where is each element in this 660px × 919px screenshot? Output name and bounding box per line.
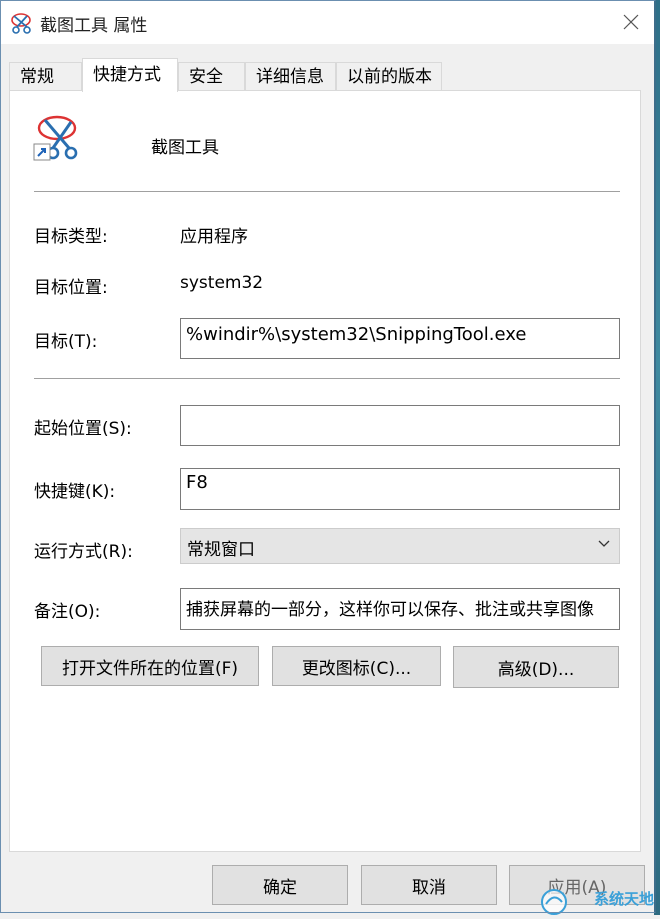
close-icon xyxy=(623,14,639,30)
target-location-value: system32 xyxy=(180,273,264,293)
app-name: 截图工具 xyxy=(151,138,219,158)
target-type-value: 应用程序 xyxy=(180,227,248,247)
target-type-label: 目标类型: xyxy=(34,227,108,247)
scissors-shortcut-icon xyxy=(33,114,81,162)
start-in-label: 起始位置(S): xyxy=(34,419,132,439)
run-select-value: 常规窗口 xyxy=(187,540,255,560)
run-label: 运行方式(R): xyxy=(34,542,133,562)
tab-security[interactable]: 安全 xyxy=(178,62,245,90)
target-label: 目标(T): xyxy=(34,332,98,352)
divider xyxy=(34,191,620,192)
start-in-field[interactable] xyxy=(180,405,620,446)
open-file-location-button[interactable]: 打开文件所在的位置(F) xyxy=(41,646,259,686)
run-select[interactable]: 常规窗口 xyxy=(180,528,620,564)
divider xyxy=(34,378,620,379)
watermark-text: 系统天地 xyxy=(594,890,655,908)
shortcut-key-label: 快捷键(K): xyxy=(34,482,116,502)
advanced-button[interactable]: 高级(D)... xyxy=(453,646,619,688)
cancel-button[interactable]: 取消 xyxy=(361,865,497,905)
change-icon-button[interactable]: 更改图标(C)... xyxy=(272,646,441,686)
tab-details[interactable]: 详细信息 xyxy=(245,62,336,90)
target-location-label: 目标位置: xyxy=(34,278,108,298)
ok-button[interactable]: 确定 xyxy=(212,865,348,905)
title-bar[interactable]: 截图工具 属性 xyxy=(0,0,654,44)
tab-previous-versions[interactable]: 以前的版本 xyxy=(336,62,442,90)
comment-label: 备注(O): xyxy=(34,602,101,622)
target-field[interactable]: %windir%\system32\SnippingTool.exe xyxy=(180,318,620,359)
background-desktop-strip xyxy=(654,0,660,915)
comment-field[interactable]: 捕获屏幕的一部分，这样你可以保存、批注或共享图像 xyxy=(180,588,620,630)
window-title: 截图工具 属性 xyxy=(40,16,148,36)
shortcut-key-field[interactable]: F8 xyxy=(180,468,620,510)
close-button[interactable] xyxy=(612,6,650,38)
tab-general[interactable]: 常规 xyxy=(9,62,82,90)
chevron-down-icon xyxy=(598,540,610,547)
scissors-icon xyxy=(10,12,32,34)
tab-shortcut[interactable]: 快捷方式 xyxy=(82,58,178,92)
